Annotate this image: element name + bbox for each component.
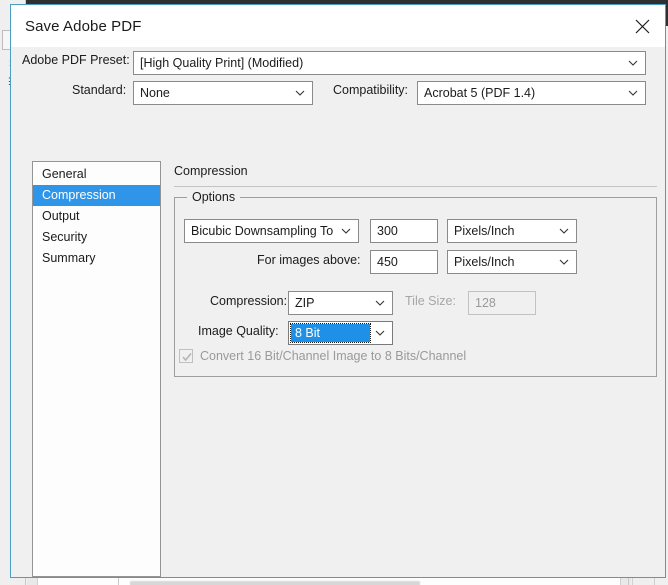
tile-size-row: Tile Size: [405, 294, 456, 308]
close-icon[interactable] [619, 5, 665, 47]
image-quality-value: 8 Bit [290, 323, 371, 343]
compatibility-label: Compatibility: [333, 83, 409, 97]
for-images-above-input[interactable]: 450 [370, 250, 438, 274]
convert-16bit-label: Convert 16 Bit/Channel Image to 8 Bits/C… [200, 349, 467, 363]
compatibility-row: Compatibility: [333, 83, 408, 97]
downsample-method-value: Bicubic Downsampling To [191, 224, 334, 238]
compression-row: Compression: [210, 294, 287, 308]
for-images-above-row: For images above: [257, 253, 361, 267]
save-adobe-pdf-dialog: Save Adobe PDF Adobe PDF Preset: [High Q… [10, 4, 666, 578]
category-listbox[interactable]: General Compression Output Security Summ… [32, 161, 161, 577]
sidebar-item-general[interactable]: General [33, 164, 160, 185]
standard-combobox[interactable]: None [133, 81, 313, 105]
adobe-pdf-preset-combobox[interactable]: [High Quality Print] (Modified) [133, 51, 646, 75]
convert-16bit-checkbox-row: Convert 16 Bit/Channel Image to 8 Bits/C… [179, 349, 466, 363]
chevron-down-icon [375, 330, 385, 336]
downsample-units-combobox[interactable]: Pixels/Inch [447, 219, 577, 243]
chevron-down-icon [295, 90, 305, 96]
chevron-down-icon [559, 259, 569, 265]
preset-row: Adobe PDF Preset: [22, 53, 130, 67]
chevron-down-icon [375, 300, 385, 306]
downsample-ppi-value: 300 [377, 224, 398, 238]
compatibility-value: Acrobat 5 (PDF 1.4) [424, 86, 536, 100]
pane-divider [174, 186, 657, 187]
image-quality-label: Image Quality: [198, 324, 279, 338]
convert-16bit-checkbox [179, 349, 193, 363]
dialog-title: Save Adobe PDF [25, 17, 142, 35]
for-images-above-label: For images above: [257, 253, 361, 267]
image-quality-combobox[interactable]: 8 Bit [288, 321, 393, 345]
for-images-above-units-combobox[interactable]: Pixels/Inch [447, 250, 577, 274]
tile-size-label: Tile Size: [405, 294, 456, 308]
adobe-pdf-preset-value: [High Quality Print] (Modified) [140, 56, 304, 70]
dialog-titlebar: Save Adobe PDF [11, 5, 665, 47]
preset-label: Adobe PDF Preset: [22, 53, 130, 67]
for-images-above-value: 450 [377, 255, 398, 269]
standard-label: Standard: [72, 83, 127, 97]
standard-value: None [140, 86, 170, 100]
image-quality-row: Image Quality: [198, 324, 279, 338]
sidebar-item-security[interactable]: Security [33, 227, 160, 248]
options-group-label: Options [187, 190, 241, 204]
pane-title: Compression [174, 164, 248, 178]
sidebar-item-summary[interactable]: Summary [33, 248, 160, 269]
background-blurred-text [130, 581, 420, 585]
tile-size-input: 128 [468, 291, 536, 315]
downsample-method-combobox[interactable]: Bicubic Downsampling To [184, 219, 359, 243]
for-images-above-units-value: Pixels/Inch [454, 255, 515, 269]
compression-label: Compression: [210, 294, 288, 308]
chevron-down-icon [628, 60, 638, 66]
standard-row: Standard: [72, 83, 126, 97]
chevron-down-icon [628, 90, 638, 96]
downsample-ppi-input[interactable]: 300 [370, 219, 438, 243]
compression-value: ZIP [295, 296, 315, 310]
chevron-down-icon [341, 228, 351, 234]
sidebar-item-compression[interactable]: Compression [33, 185, 160, 206]
chevron-down-icon [559, 228, 569, 234]
dialog-body: Adobe PDF Preset: [High Quality Print] (… [11, 47, 665, 577]
tile-size-value: 128 [475, 296, 496, 310]
compatibility-combobox[interactable]: Acrobat 5 (PDF 1.4) [417, 81, 646, 105]
sidebar-item-output[interactable]: Output [33, 206, 160, 227]
compression-combobox[interactable]: ZIP [288, 291, 393, 315]
downsample-units-value: Pixels/Inch [454, 224, 515, 238]
